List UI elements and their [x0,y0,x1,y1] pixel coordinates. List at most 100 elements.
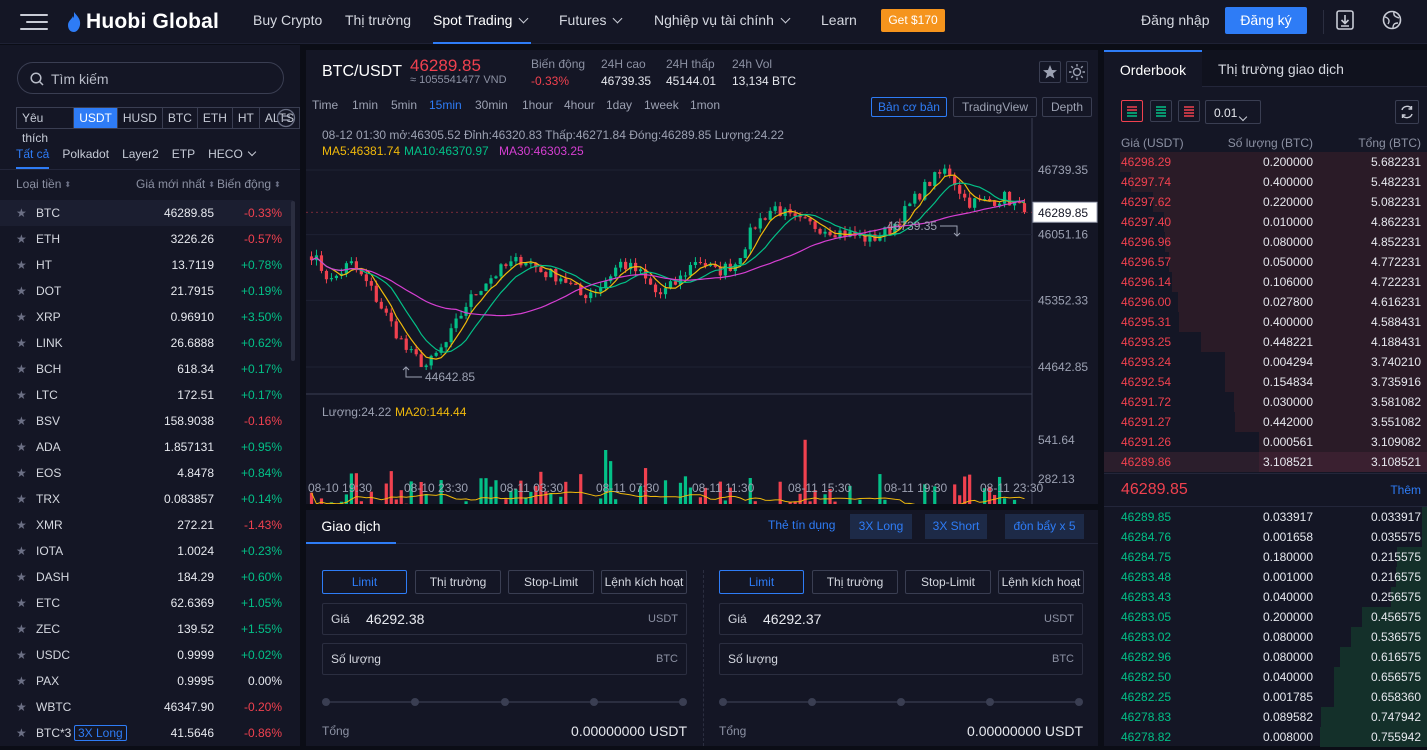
interval-1mon[interactable]: 1mon [690,98,720,112]
slider-dot[interactable] [411,698,419,706]
slider-dot[interactable] [897,698,905,706]
star-icon[interactable]: ★ [16,226,27,252]
slider-dot[interactable] [1075,698,1083,706]
ask-row[interactable]: 46296.000.0278004.616231 [1104,292,1427,312]
coin-row[interactable]: ★EOS4.8478+0.84% [0,460,293,486]
coin-row[interactable]: ★TRX0.083857+0.14% [0,486,293,512]
view-basic-button[interactable]: Bản cơ bản [871,97,947,117]
tab-polkadot[interactable]: Polkadot [62,147,109,169]
star-icon[interactable]: ★ [16,720,27,746]
interval-1day[interactable]: 1day [606,98,632,112]
coin-row[interactable]: ★USDC0.9999+0.02% [0,642,293,668]
nav-spot-trading[interactable]: Spot Trading [433,0,531,44]
star-icon[interactable]: ★ [16,278,27,304]
tab-etp[interactable]: ETP [172,147,195,169]
star-icon[interactable]: ★ [16,694,27,720]
star-icon[interactable]: ★ [16,382,27,408]
column-header-price[interactable]: Giá mới nhất⬍ [136,177,215,191]
scrollbar[interactable] [291,201,295,361]
bid-row[interactable]: 46289.850.0339170.033917 [1104,507,1427,527]
tab-usdt[interactable]: USDT [74,108,118,128]
precision-select[interactable]: 0.01 [1205,100,1261,124]
view-both-button[interactable] [1121,100,1143,122]
buy-amount-slider[interactable] [322,693,687,750]
interval-5min[interactable]: 5min [391,98,417,112]
slider-dot[interactable] [590,698,598,706]
coin-row[interactable]: ★ETH3226.26-0.57% [0,226,293,252]
star-icon[interactable]: ★ [16,408,27,434]
coin-row[interactable]: ★BCH618.34+0.17% [0,356,293,382]
ask-row[interactable]: 46293.250.4482214.188431 [1104,332,1427,352]
theme-toggle-button[interactable] [1066,61,1088,83]
nav-buy-crypto[interactable]: Buy Crypto [253,0,322,44]
buy-order-type-market[interactable]: Thị trường [415,570,501,594]
coin-row[interactable]: ★XMR272.21-1.43% [0,512,293,538]
bid-row[interactable]: 46282.500.0400000.656575 [1104,667,1427,687]
ask-row[interactable]: 46295.310.4000004.588431 [1104,312,1427,332]
more-link[interactable]: Thêm [1390,483,1421,497]
candlestick-chart[interactable]: 46739.3546051.1645352.3344642.8508-12 01… [306,118,1098,504]
bid-row[interactable]: 46283.050.2000000.456575 [1104,607,1427,627]
ask-row[interactable]: 46297.400.0100004.862231 [1104,212,1427,232]
view-tradingview-button[interactable]: TradingView [953,97,1037,117]
coin-row[interactable]: ★DOT21.7915+0.19% [0,278,293,304]
huobi-logo[interactable]: Huobi Global [66,9,219,35]
tab-trade[interactable]: Giao dịch [306,510,396,544]
ask-row[interactable]: 46296.140.1060004.722231 [1104,272,1427,292]
slider-dot[interactable] [808,698,816,706]
interval-1min[interactable]: 1min [352,98,378,112]
slider-dot[interactable] [679,698,687,706]
tab-layer2[interactable]: Layer2 [122,147,159,169]
star-icon[interactable]: ★ [16,616,27,642]
signup-button[interactable]: Đăng ký [1225,7,1307,34]
bid-row[interactable]: 46278.820.0080000.755942 [1104,727,1427,747]
ask-row[interactable]: 46297.740.4000005.482231 [1104,172,1427,192]
bid-row[interactable]: 46278.830.0895820.747942 [1104,707,1427,727]
interval-4hour[interactable]: 4hour [564,98,595,112]
ask-row[interactable]: 46291.270.4420003.551082 [1104,412,1427,432]
login-link[interactable]: Đăng nhập [1141,0,1210,44]
buy-quantity-field[interactable]: Số lượng BTC [322,643,687,675]
settings-button[interactable] [1395,100,1419,124]
view-depth-button[interactable]: Depth [1042,97,1092,117]
sell-order-type-stop-limit[interactable]: Stop-Limit [905,570,991,594]
ask-row[interactable]: 46291.260.0005613.109082 [1104,432,1427,452]
column-header-coin[interactable]: Loại tiền⬍ [16,177,71,191]
ask-row[interactable]: 46297.620.2200005.082231 [1104,192,1427,212]
ask-row[interactable]: 46289.863.1085213.108521 [1104,452,1427,472]
ask-row[interactable]: 46292.540.1548343.735916 [1104,372,1427,392]
favorite-button[interactable] [1039,61,1061,83]
slider-dot[interactable] [322,698,330,706]
bid-row[interactable]: 46283.480.0010000.216575 [1104,567,1427,587]
star-icon[interactable]: ★ [16,460,27,486]
sell-quantity-field[interactable]: Số lượng BTC [719,643,1083,675]
3x-long-button[interactable]: 3X Long [850,514,912,539]
bid-row[interactable]: 46283.430.0400000.256575 [1104,587,1427,607]
tab-orderbook[interactable]: Orderbook [1104,50,1202,87]
download-icon[interactable] [1336,10,1354,30]
3x-short-button[interactable]: 3X Short [925,514,987,539]
coin-row[interactable]: ★LINK26.6888+0.62% [0,330,293,356]
coin-row[interactable]: ★HT13.7119+0.78% [0,252,293,278]
coin-row[interactable]: ★ADA1.857131+0.95% [0,434,293,460]
interval-time[interactable]: Time [312,98,338,112]
bid-row[interactable]: 46284.760.0016580.035575 [1104,527,1427,547]
more-options-icon[interactable] [276,108,296,128]
sell-price-field[interactable]: Giá 46292.37 USDT [719,603,1083,635]
slider-dot[interactable] [986,698,994,706]
star-icon[interactable]: ★ [16,434,27,460]
ask-row[interactable]: 46296.570.0500004.772231 [1104,252,1427,272]
coin-row[interactable]: ★XRP0.96910+3.50% [0,304,293,330]
interval-15min[interactable]: 15min [429,98,462,112]
star-icon[interactable]: ★ [16,538,27,564]
nav-markets[interactable]: Thị trường [345,0,411,44]
bid-row[interactable]: 46284.750.1800000.215575 [1104,547,1427,567]
tab-heco[interactable]: HECO [208,147,255,169]
bid-row[interactable]: 46282.250.0017850.658360 [1104,687,1427,707]
star-icon[interactable]: ★ [16,330,27,356]
nav-learn[interactable]: Learn [821,0,857,44]
coin-row[interactable]: ★DASH184.29+0.60% [0,564,293,590]
interval-1week[interactable]: 1week [644,98,679,112]
sell-amount-slider[interactable] [719,693,1083,750]
coin-row[interactable]: ★IOTA1.0024+0.23% [0,538,293,564]
